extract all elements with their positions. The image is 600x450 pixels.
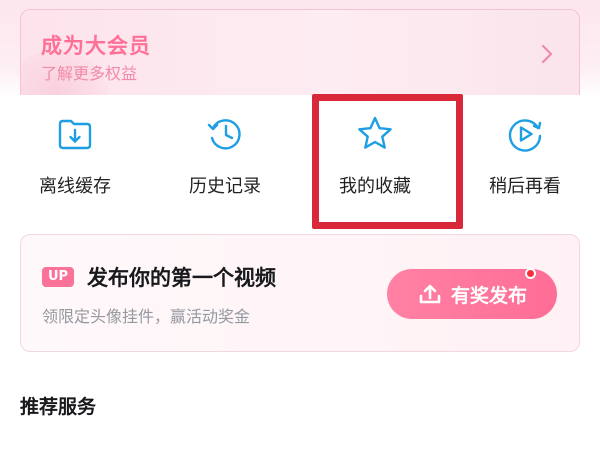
profile-page: 成为大会员 了解更多权益 离线缓存 历史记录 我的收藏 稍后再看 UP 发布你的… xyxy=(0,0,600,450)
vip-banner[interactable]: 成为大会员 了解更多权益 xyxy=(20,9,580,95)
upload-title: 发布你的第一个视频 xyxy=(87,266,276,290)
action-offline-cache[interactable]: 离线缓存 xyxy=(0,96,150,220)
action-label: 稍后再看 xyxy=(489,176,561,197)
action-label: 历史记录 xyxy=(189,176,261,197)
watch-later-icon xyxy=(508,119,542,152)
favorites-highlight-box xyxy=(312,94,463,229)
upload-icon xyxy=(419,284,441,304)
action-label: 离线缓存 xyxy=(39,176,111,197)
upload-subtitle: 领限定头像挂件，赢活动奖金 xyxy=(42,307,251,326)
section-title: 推荐服务 xyxy=(20,396,97,418)
vip-subtitle: 了解更多权益 xyxy=(41,64,138,83)
quick-actions: 离线缓存 历史记录 我的收藏 稍后再看 xyxy=(0,96,600,220)
upload-promo-card[interactable]: UP 发布你的第一个视频 领限定头像挂件，赢活动奖金 有奖发布 xyxy=(20,234,580,352)
action-watch-later[interactable]: 稍后再看 xyxy=(450,96,600,220)
chevron-right-icon[interactable] xyxy=(537,42,557,66)
reward-button-label: 有奖发布 xyxy=(450,284,527,307)
vip-title: 成为大会员 xyxy=(41,34,151,58)
notification-dot xyxy=(525,268,536,279)
download-folder-icon xyxy=(58,119,92,150)
action-history[interactable]: 历史记录 xyxy=(150,96,300,220)
up-badge: UP xyxy=(42,267,75,287)
history-clock-icon xyxy=(207,119,241,150)
